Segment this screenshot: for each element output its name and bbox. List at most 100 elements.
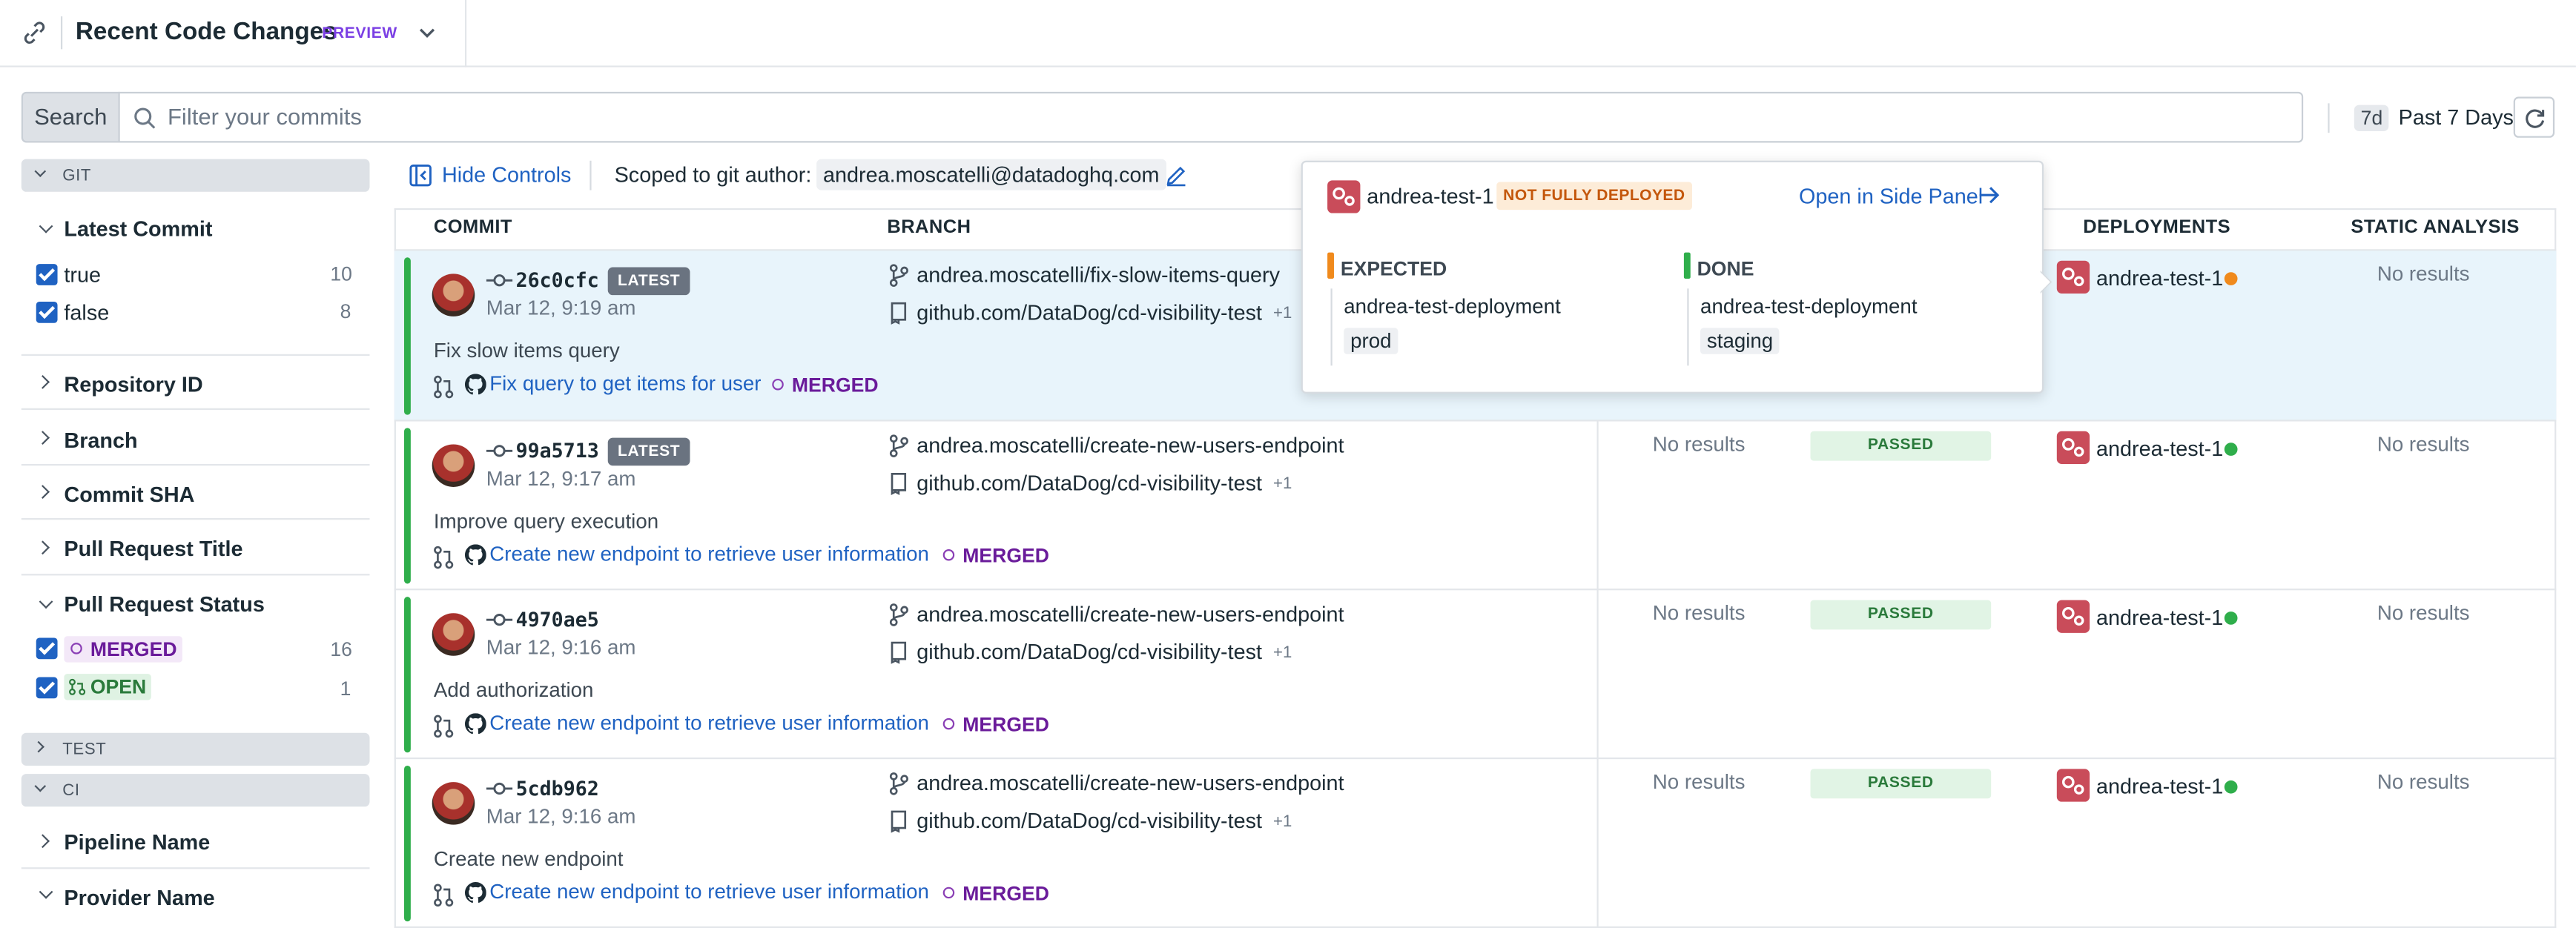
branch-icon (889, 434, 909, 457)
section-ci-label: CI (62, 782, 80, 801)
chevron-down-icon[interactable] (39, 884, 53, 899)
edit-icon[interactable] (1165, 164, 1188, 187)
branch-icon (889, 603, 909, 626)
no-results-text: No results (1652, 770, 1746, 794)
no-results-text: No results (1652, 432, 1746, 456)
deployment-status-dot (2224, 272, 2238, 285)
facet-provider-name[interactable]: Provider Name (64, 885, 214, 909)
service-icon (1327, 180, 1361, 213)
commit-message: Add authorization (433, 678, 594, 702)
static-analysis-result: No results (2377, 432, 2470, 456)
repository-name[interactable]: github.com/DataDog/cd-visibility-test (917, 640, 1262, 664)
commit-sha[interactable]: 4970ae5 (516, 609, 599, 632)
refresh-button[interactable] (2513, 96, 2555, 138)
column-header-commit[interactable]: COMMIT (434, 218, 512, 238)
facet-option-count: 10 (330, 262, 352, 285)
repository-name[interactable]: github.com/DataDog/cd-visibility-test (917, 809, 1262, 833)
chevron-right-icon[interactable] (36, 431, 50, 445)
branch-name[interactable]: andrea.moscatelli/fix-slow-items-query (917, 262, 1280, 287)
facet-pipeline-name[interactable]: Pipeline Name (64, 829, 210, 854)
repository-icon (889, 302, 909, 325)
column-header-deployments[interactable]: DEPLOYMENTS (2083, 218, 2230, 238)
checkbox-open[interactable] (36, 677, 58, 699)
commit-sha[interactable]: 99a5713 (516, 440, 599, 463)
search-icon (133, 107, 156, 130)
chevron-down-icon[interactable] (39, 219, 53, 233)
repository-more[interactable]: +1 (1273, 475, 1292, 493)
chevron-right-icon[interactable] (36, 485, 50, 499)
pull-request-link[interactable]: Create new endpoint to retrieve user inf… (489, 881, 929, 904)
facet-option-label: false (64, 299, 110, 325)
search-button[interactable]: Search (21, 91, 120, 143)
facet-latest-commit[interactable]: Latest Commit (64, 216, 212, 241)
deployment-name[interactable]: andrea-test-1 (2096, 436, 2223, 460)
author-chip[interactable]: andrea.moscatelli@datadoghq.com (816, 159, 1166, 190)
facet-option-count: 8 (340, 299, 351, 323)
time-range-label[interactable]: Past 7 Days (2399, 105, 2514, 130)
done-env: staging (1700, 328, 1780, 354)
chevron-right-icon[interactable] (36, 834, 50, 849)
passed-badge: PASSED (1810, 431, 1992, 461)
facet-repository-id[interactable]: Repository ID (64, 372, 202, 397)
facet-pr-status[interactable]: Pull Request Status (64, 592, 264, 617)
pull-request-icon (434, 546, 454, 569)
chevron-down-icon[interactable] (39, 594, 53, 609)
deployment-name[interactable]: andrea-test-1 (2096, 265, 2223, 290)
deployment-name[interactable]: andrea-test-1 (2096, 605, 2223, 629)
repository-icon (889, 810, 909, 833)
hide-controls-icon[interactable] (409, 164, 432, 187)
facet-commit-sha[interactable]: Commit SHA (64, 482, 194, 506)
repository-name[interactable]: github.com/DataDog/cd-visibility-test (917, 300, 1262, 325)
branch-name[interactable]: andrea.moscatelli/create-new-users-endpo… (917, 771, 1344, 795)
arrow-right-icon[interactable] (1978, 185, 2001, 205)
pull-request-link[interactable]: Create new endpoint to retrieve user inf… (489, 543, 929, 566)
branch-name[interactable]: andrea.moscatelli/create-new-users-endpo… (917, 602, 1344, 626)
chevron-down-icon[interactable] (417, 23, 437, 43)
pull-request-link[interactable]: Create new endpoint to retrieve user inf… (489, 712, 929, 735)
chevron-right-icon[interactable] (36, 375, 50, 389)
checkbox-true[interactable] (36, 264, 58, 285)
deployment-popover: andrea-test-1 NOT FULLY DEPLOYED Open in… (1301, 160, 2044, 394)
commit-sha[interactable]: 26c0cfc (516, 269, 599, 292)
checkbox-false[interactable] (36, 302, 58, 323)
column-header-branch[interactable]: BRANCH (887, 218, 971, 238)
branch-name[interactable]: andrea.moscatelli/create-new-users-endpo… (917, 433, 1344, 457)
repository-name[interactable]: github.com/DataDog/cd-visibility-test (917, 471, 1262, 495)
deployment-status-dot (2224, 443, 2238, 456)
avatar (432, 274, 475, 316)
page-title: Recent Code Changes (75, 18, 337, 46)
open-side-panel-link[interactable]: Open in Side Panel (1799, 184, 1983, 208)
repository-more[interactable]: +1 (1273, 644, 1292, 662)
avatar (432, 782, 475, 825)
deployment-status-dot (2224, 780, 2238, 794)
commit-sha[interactable]: 5cdb962 (516, 777, 599, 800)
time-range-short[interactable]: 7d (2354, 105, 2390, 131)
deployment-name[interactable]: andrea-test-1 (2096, 774, 2223, 798)
section-test[interactable]: TEST (21, 732, 370, 766)
merged-badge: MERGED (937, 712, 1054, 738)
expected-label: EXPECTED (1340, 257, 1447, 281)
pull-request-link[interactable]: Fix query to get items for user (489, 372, 761, 395)
hide-controls-button[interactable]: Hide Controls (442, 162, 572, 187)
section-git-label: GIT (62, 167, 92, 185)
static-analysis-result: No results (2377, 770, 2470, 794)
repository-more[interactable]: +1 (1273, 813, 1292, 831)
github-icon (464, 882, 486, 904)
link-icon (22, 20, 47, 46)
chevron-right-icon[interactable] (36, 540, 50, 555)
repository-more[interactable]: +1 (1273, 305, 1292, 322)
refresh-icon (2523, 107, 2546, 130)
checkbox-merged[interactable] (36, 637, 58, 660)
branch-icon (889, 772, 909, 795)
facet-branch[interactable]: Branch (64, 428, 137, 452)
column-header-static-analysis[interactable]: STATIC ANALYSIS (2351, 218, 2520, 238)
github-icon (464, 374, 486, 395)
repository-icon (889, 472, 909, 495)
deployment-service-icon (2056, 769, 2090, 802)
commit-icon (486, 612, 513, 628)
facet-pr-title[interactable]: Pull Request Title (64, 536, 242, 560)
section-ci[interactable]: CI (21, 774, 370, 807)
search-input[interactable]: Filter your commits (118, 91, 2304, 143)
merged-badge: MERGED (765, 372, 883, 398)
section-git[interactable]: GIT (21, 159, 370, 192)
